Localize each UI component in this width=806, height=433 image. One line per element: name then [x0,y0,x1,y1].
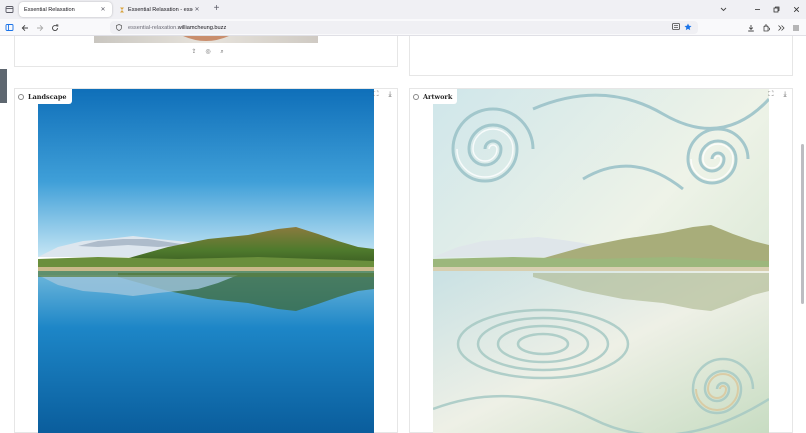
download-icon[interactable]: ⤓ [386,91,394,99]
landscape-image[interactable] [38,89,374,433]
shield-icon[interactable] [116,24,122,31]
landscape-title: Landscape [28,92,67,101]
minimize-icon[interactable] [748,2,766,17]
reader-view-icon[interactable] [670,21,681,32]
menu-hamburger-icon[interactable] [789,21,802,34]
side-tab-marker[interactable] [0,69,7,103]
image-actions: ⇪ ◎ ⌕ [190,48,226,56]
page-scrollbar[interactable] [801,144,804,304]
share-icon[interactable]: ⇪ [190,48,198,56]
card-tools: ⛶ ⤓ [372,91,394,99]
tab-title: Essential Relaxation - essential - [128,6,193,13]
search-icon[interactable]: ⌕ [218,48,226,56]
fullscreen-icon[interactable]: ⛶ [767,91,775,99]
reload-icon[interactable] [48,21,61,34]
chevron-down-icon[interactable] [714,2,732,17]
restore-icon[interactable] [767,2,785,17]
address-bar[interactable]: essential-relaxation. williamcheung.buzz [110,21,698,34]
landscape-card: Landscape ⛶ ⤓ [14,88,398,433]
tab-bar: Essential Relaxation ✕ Essential Relaxat… [0,0,806,19]
portrait-image [94,36,318,43]
previous-card-right [409,36,793,76]
card-label: Landscape [15,89,72,104]
tab-title: Essential Relaxation [24,6,75,13]
card-tools: ⛶ ⤓ [767,91,789,99]
close-icon[interactable]: ✕ [193,6,201,13]
image-icon [413,93,419,100]
artwork-image[interactable] [433,89,769,433]
back-arrow-icon[interactable] [18,21,31,34]
download-icon[interactable]: ⤓ [781,91,789,99]
close-window-icon[interactable] [787,2,805,17]
close-icon[interactable]: ✕ [99,6,107,13]
url-prefix: essential-relaxation. [128,24,178,31]
hourglass-icon [120,7,124,12]
fullscreen-icon[interactable]: ⛶ [372,91,380,99]
more-tools-chevron-icon[interactable] [774,21,787,34]
previous-card: ⇪ ◎ ⌕ [14,36,398,67]
downloads-icon[interactable] [744,21,757,34]
tab-essential-relaxation-2[interactable]: Essential Relaxation - essential - ✕ [114,2,206,17]
url-host: williamcheung.buzz [177,24,227,31]
sidebar-toggle-icon[interactable] [3,21,16,34]
new-tab-button[interactable]: + [210,3,223,16]
artwork-card: Artwork ⛶ ⤓ [409,88,793,433]
navigation-toolbar: essential-relaxation. williamcheung.buzz [0,19,806,36]
view-icon[interactable]: ◎ [204,48,212,56]
extensions-icon[interactable] [759,21,772,34]
tab-essential-relaxation[interactable]: Essential Relaxation ✕ [19,2,112,17]
page-content: ⇪ ◎ ⌕ Landscape ⛶ ⤓ Artwork ⛶ ⤓ [0,36,806,433]
tab-list-icon[interactable] [3,3,16,16]
card-label: Artwork [410,89,458,104]
forward-arrow-icon[interactable] [33,21,46,34]
bookmark-star-icon[interactable] [682,21,693,32]
artwork-title: Artwork [423,92,453,101]
image-icon [18,93,24,100]
